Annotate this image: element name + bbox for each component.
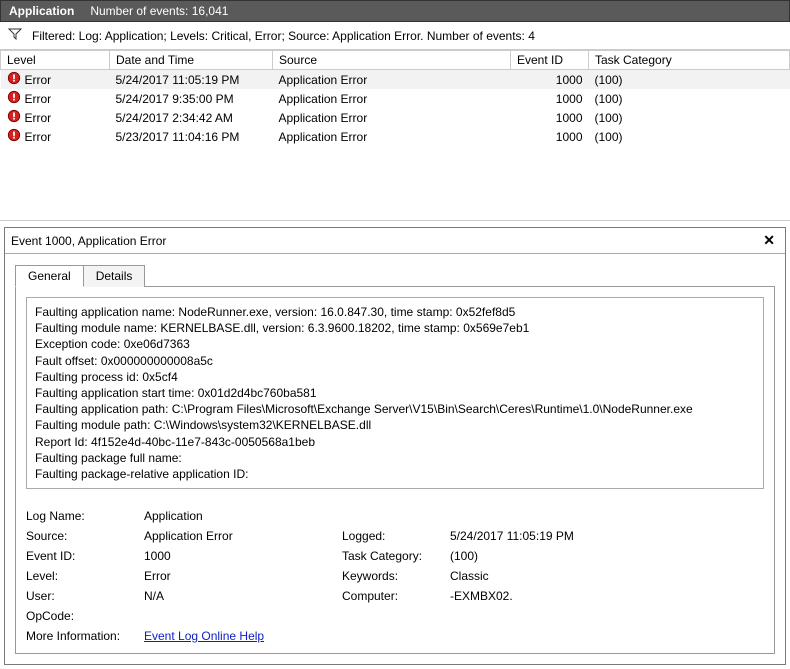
val-computer: -EXMBX02. <box>450 589 764 603</box>
error-icon <box>7 128 21 145</box>
event-table: Level Date and Time Source Event ID Task… <box>0 50 790 146</box>
lbl-log-name: Log Name: <box>26 509 136 523</box>
cell-task-category: (100) <box>589 108 790 127</box>
header-event-count: Number of events: 16,041 <box>90 4 228 18</box>
table-row[interactable]: Error 5/23/2017 11:04:16 PMApplication Er… <box>1 127 790 146</box>
tab-general[interactable]: General <box>15 265 84 287</box>
lbl-logged: Logged: <box>342 529 442 543</box>
cell-event-id: 1000 <box>511 127 589 146</box>
col-header-event-id[interactable]: Event ID <box>511 51 589 70</box>
event-list-pane: Level Date and Time Source Event ID Task… <box>0 50 790 221</box>
val-keywords: Classic <box>450 569 764 583</box>
tab-content-general: Faulting application name: NodeRunner.ex… <box>15 286 775 654</box>
error-icon <box>7 90 21 107</box>
cell-level: Error <box>25 73 52 87</box>
val-task-category: (100) <box>450 549 764 563</box>
cell-level: Error <box>25 111 52 125</box>
col-header-datetime[interactable]: Date and Time <box>110 51 273 70</box>
lbl-computer: Computer: <box>342 589 442 603</box>
lbl-more-info: More Information: <box>26 629 136 643</box>
val-opcode <box>144 609 334 623</box>
col-header-level[interactable]: Level <box>1 51 110 70</box>
header-title: Application <box>9 4 74 18</box>
cell-datetime: 5/23/2017 11:04:16 PM <box>110 127 273 146</box>
val-log-name: Application <box>144 509 334 523</box>
fault-text: Faulting application name: NodeRunner.ex… <box>26 297 764 489</box>
detail-tabs: General Details <box>5 254 785 286</box>
cell-task-category: (100) <box>589 89 790 108</box>
lbl-level: Level: <box>26 569 136 583</box>
cell-source: Application Error <box>273 108 511 127</box>
lbl-opcode: OpCode: <box>26 609 136 623</box>
event-log-online-help-link[interactable]: Event Log Online Help <box>144 629 264 643</box>
val-level: Error <box>144 569 334 583</box>
table-row[interactable]: Error 5/24/2017 11:05:19 PMApplication Er… <box>1 70 790 90</box>
lbl-keywords: Keywords: <box>342 569 442 583</box>
close-icon[interactable]: ✕ <box>759 232 779 249</box>
filter-text: Filtered: Log: Application; Levels: Crit… <box>32 29 535 43</box>
cell-datetime: 5/24/2017 9:35:00 PM <box>110 89 273 108</box>
cell-event-id: 1000 <box>511 108 589 127</box>
cell-level: Error <box>25 92 52 106</box>
col-header-task[interactable]: Task Category <box>589 51 790 70</box>
lbl-task-category: Task Category: <box>342 549 442 563</box>
error-icon <box>7 71 21 88</box>
cell-level: Error <box>25 130 52 144</box>
cell-source: Application Error <box>273 127 511 146</box>
filter-bar: Filtered: Log: Application; Levels: Crit… <box>0 22 790 50</box>
cell-datetime: 5/24/2017 2:34:42 AM <box>110 108 273 127</box>
detail-title: Event 1000, Application Error <box>11 234 166 248</box>
table-row[interactable]: Error 5/24/2017 9:35:00 PMApplication Err… <box>1 89 790 108</box>
cell-task-category: (100) <box>589 70 790 90</box>
table-header-row: Level Date and Time Source Event ID Task… <box>1 51 790 70</box>
filter-icon <box>8 28 22 43</box>
val-source: Application Error <box>144 529 334 543</box>
table-row[interactable]: Error 5/24/2017 2:34:42 AMApplication Err… <box>1 108 790 127</box>
val-user: N/A <box>144 589 334 603</box>
cell-event-id: 1000 <box>511 70 589 90</box>
cell-source: Application Error <box>273 70 511 90</box>
lbl-event-id: Event ID: <box>26 549 136 563</box>
cell-task-category: (100) <box>589 127 790 146</box>
header-bar: Application Number of events: 16,041 <box>0 0 790 22</box>
cell-datetime: 5/24/2017 11:05:19 PM <box>110 70 273 90</box>
event-detail-pane: Event 1000, Application Error ✕ General … <box>4 227 786 665</box>
property-grid: Log Name: Application Source: Applicatio… <box>26 509 764 643</box>
col-header-source[interactable]: Source <box>273 51 511 70</box>
val-event-id: 1000 <box>144 549 334 563</box>
detail-title-bar: Event 1000, Application Error ✕ <box>5 228 785 254</box>
tab-details[interactable]: Details <box>83 265 146 287</box>
cell-source: Application Error <box>273 89 511 108</box>
cell-event-id: 1000 <box>511 89 589 108</box>
val-logged: 5/24/2017 11:05:19 PM <box>450 529 764 543</box>
lbl-source: Source: <box>26 529 136 543</box>
error-icon <box>7 109 21 126</box>
lbl-user: User: <box>26 589 136 603</box>
